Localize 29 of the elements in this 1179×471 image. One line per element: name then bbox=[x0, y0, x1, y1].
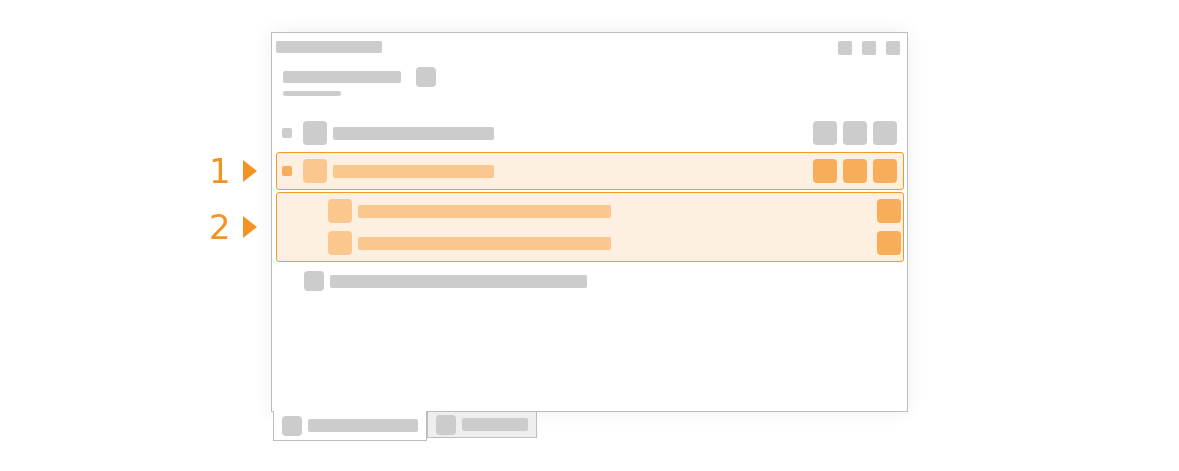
item-icon-placeholder bbox=[303, 121, 327, 145]
checkbox[interactable] bbox=[282, 128, 292, 138]
callout-number: 1 bbox=[209, 154, 231, 188]
item-icon-placeholder bbox=[328, 199, 352, 223]
action-button[interactable] bbox=[877, 199, 901, 223]
window-control-button[interactable] bbox=[862, 41, 876, 55]
tab[interactable] bbox=[273, 411, 427, 441]
checkbox[interactable] bbox=[282, 166, 292, 176]
triangle-icon bbox=[242, 216, 257, 238]
action-button[interactable] bbox=[873, 159, 897, 183]
item-icon-placeholder bbox=[304, 271, 324, 291]
tab[interactable] bbox=[427, 411, 537, 438]
tab-icon-placeholder bbox=[436, 414, 456, 435]
heading-button[interactable] bbox=[416, 67, 436, 87]
tab-icon-placeholder bbox=[282, 415, 302, 436]
action-button[interactable] bbox=[813, 121, 837, 145]
action-button[interactable] bbox=[843, 159, 867, 183]
window-control-button[interactable] bbox=[886, 41, 900, 55]
window-control-button[interactable] bbox=[838, 41, 852, 55]
callout-number: 2 bbox=[209, 210, 231, 244]
action-button[interactable] bbox=[813, 159, 837, 183]
tab-label-placeholder bbox=[462, 418, 528, 431]
action-button[interactable] bbox=[873, 121, 897, 145]
action-button[interactable] bbox=[843, 121, 867, 145]
action-button[interactable] bbox=[877, 231, 901, 255]
item-icon-placeholder bbox=[303, 159, 327, 183]
item-icon-placeholder bbox=[328, 231, 352, 255]
subtitle-placeholder bbox=[283, 91, 341, 96]
triangle-icon bbox=[242, 160, 257, 182]
